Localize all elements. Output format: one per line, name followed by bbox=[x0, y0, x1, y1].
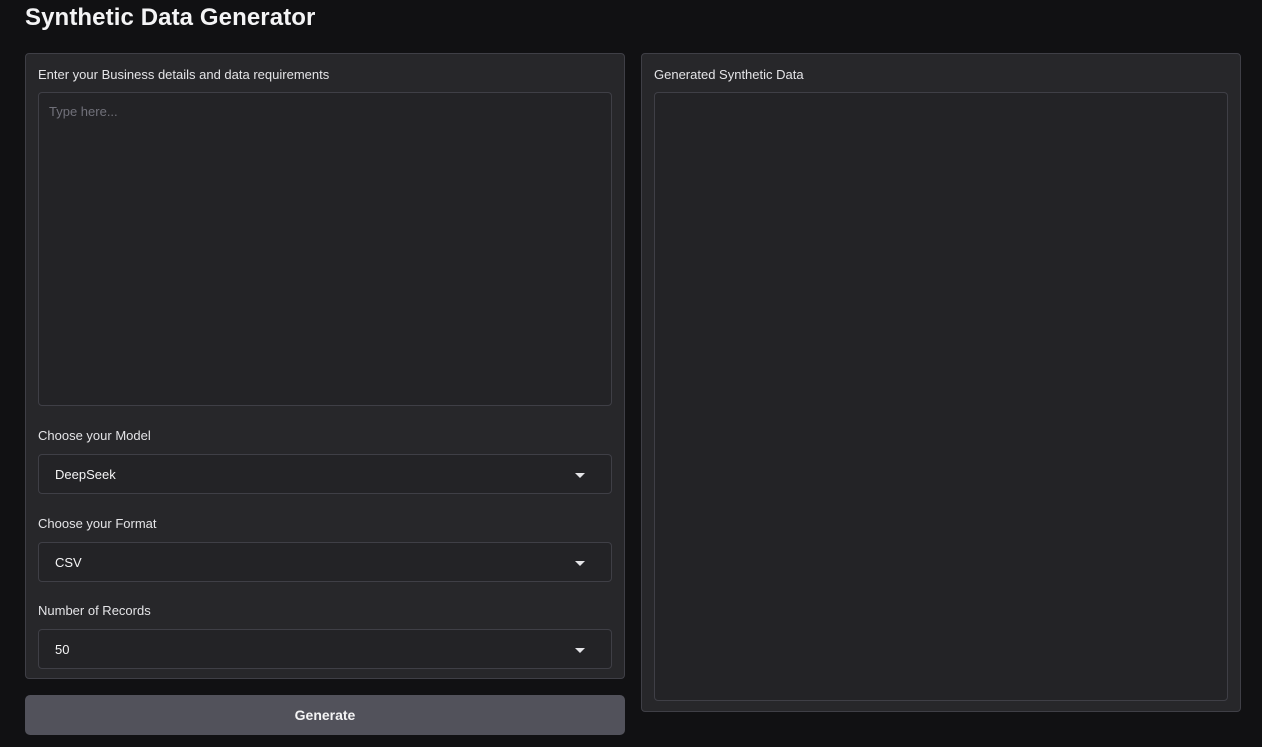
business-details-textarea[interactable] bbox=[38, 92, 612, 406]
chevron-down-icon bbox=[575, 648, 585, 653]
records-dropdown[interactable]: 50 bbox=[38, 629, 612, 669]
chevron-down-icon bbox=[575, 473, 585, 478]
model-selected-value: DeepSeek bbox=[55, 467, 116, 482]
page-title: Synthetic Data Generator bbox=[25, 4, 316, 31]
format-dropdown[interactable]: CSV bbox=[38, 542, 612, 582]
input-panel: Enter your Business details and data req… bbox=[25, 53, 625, 679]
generate-button[interactable]: Generate bbox=[25, 695, 625, 735]
model-label: Choose your Model bbox=[38, 428, 151, 443]
format-selected-value: CSV bbox=[55, 555, 82, 570]
records-selected-value: 50 bbox=[55, 642, 70, 657]
records-label: Number of Records bbox=[38, 603, 151, 618]
output-panel: Generated Synthetic Data bbox=[641, 53, 1241, 712]
generated-data-output[interactable] bbox=[654, 92, 1228, 701]
chevron-down-icon bbox=[575, 561, 585, 566]
model-dropdown[interactable]: DeepSeek bbox=[38, 454, 612, 494]
business-details-label: Enter your Business details and data req… bbox=[38, 67, 330, 82]
format-label: Choose your Format bbox=[38, 516, 157, 531]
output-label: Generated Synthetic Data bbox=[654, 67, 804, 82]
